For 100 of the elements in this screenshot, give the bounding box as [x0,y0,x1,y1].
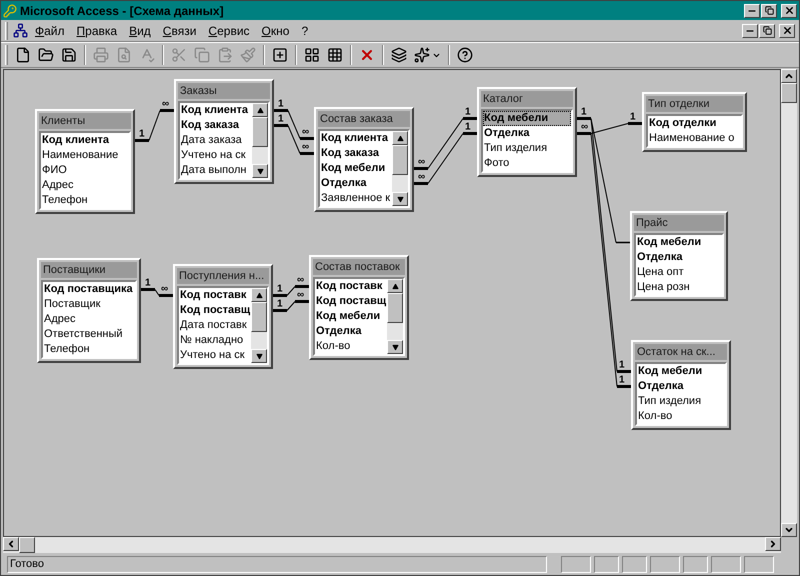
field-item[interactable]: Код поставщ [315,294,387,309]
cardinality-label: ∞ [162,98,170,110]
scroll-left-button[interactable] [3,537,19,551]
scroll-thumb[interactable] [251,302,267,332]
field-item[interactable]: Цена опт [636,265,722,280]
field-item[interactable]: Отделка [320,176,392,191]
relationship-line[interactable] [141,288,173,297]
field-item[interactable]: Цена розн [636,280,722,295]
relationship-line[interactable] [414,132,477,185]
table-title: Каталог [481,91,573,107]
field-item[interactable]: Дата заказа [180,133,252,148]
field-item[interactable]: Адрес [41,178,129,193]
relationship-line[interactable] [274,109,314,140]
field-item[interactable]: Код заказа [320,146,392,161]
status-panel [594,556,619,572]
field-item[interactable]: Код мебели [636,235,722,250]
cardinality-label: 1 [465,106,471,118]
scrollbar[interactable] [252,103,268,178]
relationship-line[interactable] [273,300,309,312]
menu-item[interactable]: Правка [72,22,122,40]
restore-button[interactable] [759,24,775,38]
cardinality-label: 1 [139,128,145,140]
horizontal-scrollbar[interactable] [3,537,781,553]
menu-item[interactable]: Сервис [203,22,255,40]
scroll-thumb[interactable] [392,145,408,175]
field-item[interactable]: Тип изделия [637,394,725,409]
field-item[interactable]: Поставщик [43,297,135,312]
field-item[interactable]: Фото [483,156,571,171]
field-item[interactable]: Код поставк [179,288,251,303]
scroll-thumb[interactable] [781,83,797,103]
field-item[interactable]: Отделка [636,250,722,265]
scroll-up-button[interactable] [251,288,267,302]
field-item[interactable]: Код клиента [180,103,252,118]
relationship-line[interactable] [274,124,314,155]
scroll-thumb[interactable] [19,537,35,553]
field-item[interactable]: Учтено на ск [180,148,252,163]
scroll-right-button[interactable] [765,537,781,551]
field-item[interactable]: ФИО [41,163,129,178]
scroll-down-button[interactable] [251,349,267,363]
scroll-down-button[interactable] [392,192,408,206]
scroll-up-button[interactable] [781,69,797,83]
scroll-thumb[interactable] [387,293,403,323]
field-item[interactable]: Адрес [43,312,135,327]
field-item[interactable]: Код заказа [180,118,252,133]
minimize-button[interactable] [742,24,758,38]
field-item[interactable]: Код мебели [315,309,387,324]
down-arrow-icon [256,168,264,174]
close-button[interactable] [781,4,797,18]
scroll-down-button[interactable] [781,523,797,537]
field-item[interactable]: Код отделки [648,116,741,131]
field-item[interactable]: Кол-во [315,339,387,354]
menu-item[interactable]: ? [296,22,314,40]
field-item[interactable]: Код мебели [483,111,571,126]
scroll-up-button[interactable] [392,131,408,145]
scroll-up-button[interactable] [252,103,268,117]
field-item[interactable]: Дата выполн [180,163,252,178]
field-item[interactable]: Учтено на ск [179,348,251,363]
relationship-line[interactable] [273,285,309,297]
relationship-line[interactable] [577,118,630,244]
minimize-button[interactable] [744,4,760,18]
cardinality-label: 1 [277,284,283,294]
scroll-down-button[interactable] [387,340,403,354]
relationship-line[interactable] [414,117,477,170]
menu-item[interactable]: Вид [124,22,156,40]
field-item[interactable]: Наименование о [648,131,741,146]
field-item[interactable]: Код поставк [315,279,387,294]
maximize-button[interactable] [761,4,777,18]
scrollbar[interactable] [251,288,267,363]
menu-item[interactable]: Файл [30,22,70,40]
scroll-thumb[interactable] [252,117,268,147]
field-item[interactable]: Отделка [637,379,725,394]
close-icon [782,25,792,36]
field-item[interactable]: Ответственный [43,327,135,342]
menu-item[interactable]: Связи [158,22,202,40]
field-item[interactable]: Дата поставк [179,318,251,333]
field-item[interactable]: Код поставщика [43,282,135,297]
field-item[interactable]: Заявленное к [320,191,392,206]
field-item[interactable]: Наименование [41,148,129,163]
field-item[interactable]: Отделка [483,126,571,141]
menu-item[interactable]: Окно [256,22,294,40]
scroll-up-button[interactable] [387,279,403,293]
field-item[interactable]: Кол-во [637,409,725,424]
field-item[interactable]: Код клиента [41,133,129,148]
field-item[interactable]: Отделка [315,324,387,339]
field-item[interactable]: Код мебели [637,364,725,379]
grid-icon [327,47,343,63]
relationship-line[interactable] [135,109,174,142]
field-item[interactable]: Код поставщ [179,303,251,318]
field-item[interactable]: Тип изделия [483,141,571,156]
field-item[interactable]: Код клиента [320,131,392,146]
vertical-scrollbar[interactable] [781,69,797,537]
scroll-down-button[interactable] [252,164,268,178]
close-button[interactable] [779,24,795,38]
field-item[interactable]: № накладно [179,333,251,348]
cardinality-label: 1 [465,122,471,132]
scrollbar[interactable] [387,279,403,354]
field-item[interactable]: Телефон [41,193,129,208]
field-item[interactable]: Код мебели [320,161,392,176]
scrollbar[interactable] [392,131,408,206]
field-item[interactable]: Телефон [43,342,135,357]
